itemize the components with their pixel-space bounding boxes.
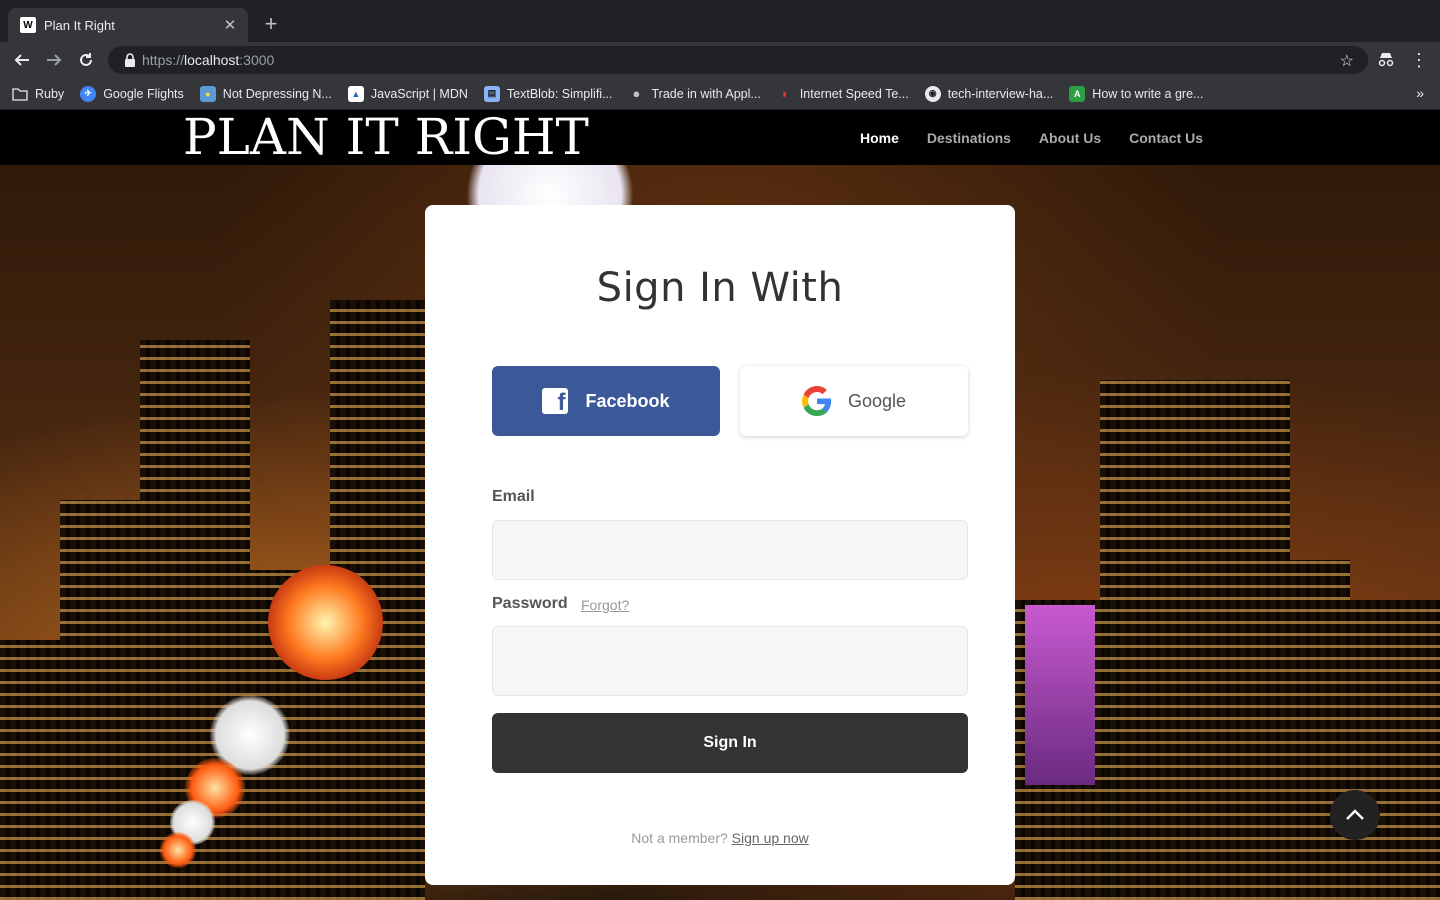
bookmark-item[interactable]: ▲ JavaScript | MDN bbox=[347, 85, 468, 102]
lock-icon[interactable] bbox=[122, 52, 138, 68]
bookmark-label: Internet Speed Te... bbox=[799, 86, 909, 101]
google-icon bbox=[801, 386, 832, 416]
nav-about-us[interactable]: About Us bbox=[1039, 130, 1101, 146]
site-logo[interactable]: PLAN IT RIGHT bbox=[183, 110, 589, 165]
folder-icon bbox=[12, 86, 28, 102]
email-label: Email bbox=[492, 488, 535, 505]
incognito-icon[interactable] bbox=[1376, 50, 1396, 70]
bookmark-item[interactable]: ▤ TextBlob: Simplifi... bbox=[483, 85, 613, 102]
password-field[interactable] bbox=[492, 626, 968, 696]
back-icon[interactable] bbox=[10, 48, 34, 72]
tab-title: Plan It Right bbox=[44, 17, 115, 33]
more-bookmarks-icon[interactable]: » bbox=[1416, 85, 1424, 101]
forgot-password-link[interactable]: Forgot? bbox=[581, 597, 629, 613]
site-header: PLAN IT RIGHT Home Destinations About Us… bbox=[0, 110, 1440, 165]
main-nav: Home Destinations About Us Contact Us bbox=[860, 110, 1231, 165]
apple-icon: ● bbox=[632, 86, 641, 101]
bookmark-label: Trade in with Appl... bbox=[651, 86, 761, 101]
bookmark-item[interactable]: ◉ tech-interview-ha... bbox=[924, 85, 1054, 102]
browser-tab[interactable]: W Plan It Right ✕ bbox=[8, 8, 248, 42]
google-button-label: Google bbox=[847, 390, 907, 411]
bookmark-label: How to write a gre... bbox=[1092, 86, 1204, 101]
browser-tab-strip: W Plan It Right ✕ + bbox=[0, 0, 1440, 42]
browser-toolbar: https://localhost:3000 ☆ ⋮ bbox=[0, 42, 1440, 78]
nav-destinations[interactable]: Destinations bbox=[927, 130, 1011, 146]
chevron-up-icon bbox=[1346, 809, 1364, 820]
new-tab-icon[interactable]: + bbox=[258, 11, 284, 37]
bookmark-label: JavaScript | MDN bbox=[370, 86, 468, 101]
nav-home[interactable]: Home bbox=[860, 130, 899, 146]
url-text: https://localhost:3000 bbox=[142, 52, 275, 68]
book-icon: ▤ bbox=[483, 85, 500, 102]
browser-menu-icon[interactable]: ⋮ bbox=[1410, 49, 1428, 71]
google-signin-button[interactable]: Google bbox=[740, 366, 968, 436]
bookmark-star-icon[interactable]: ☆ bbox=[1340, 51, 1354, 71]
forward-icon[interactable] bbox=[42, 48, 66, 72]
bookmark-item[interactable]: A How to write a gre... bbox=[1069, 85, 1204, 102]
bookmark-item[interactable]: ✈ Google Flights bbox=[80, 85, 184, 102]
signin-card: Sign In With f Facebook Google Email Pas… bbox=[425, 205, 1015, 885]
signin-title: Sign In With bbox=[596, 265, 844, 311]
bookmark-item[interactable]: ◗ Internet Speed Te... bbox=[777, 86, 909, 102]
bookmark-item[interactable]: ● Trade in with Appl... bbox=[628, 86, 761, 102]
address-bar[interactable]: https://localhost:3000 ☆ bbox=[108, 46, 1368, 74]
signup-prompt-text: Not a member? bbox=[631, 830, 728, 846]
close-tab-icon[interactable]: ✕ bbox=[222, 16, 238, 34]
bookmark-label: Ruby bbox=[35, 86, 65, 101]
bookmark-label: TextBlob: Simplifi... bbox=[506, 86, 613, 101]
email-field[interactable] bbox=[492, 520, 968, 580]
site-favicon-icon: W bbox=[20, 17, 36, 33]
mdn-icon: ▲ bbox=[347, 85, 364, 102]
bookmark-label: tech-interview-ha... bbox=[947, 86, 1054, 101]
bookmark-item[interactable]: ● Not Depressing N... bbox=[199, 85, 332, 102]
android-icon: A bbox=[1069, 85, 1086, 102]
plane-icon: ✈ bbox=[80, 85, 97, 102]
bookmark-item[interactable]: Ruby bbox=[12, 86, 64, 102]
sun-icon: ● bbox=[199, 85, 216, 102]
facebook-button-label: Facebook bbox=[585, 390, 670, 411]
nav-contact-us[interactable]: Contact Us bbox=[1129, 130, 1203, 146]
scroll-to-top-button[interactable] bbox=[1330, 790, 1380, 840]
github-icon: ◉ bbox=[924, 85, 941, 102]
signin-button[interactable]: Sign In bbox=[492, 713, 968, 773]
reload-icon[interactable] bbox=[74, 48, 98, 72]
bookmarks-bar: Ruby ✈ Google Flights ● Not Depressing N… bbox=[0, 78, 1440, 110]
signup-link[interactable]: Sign up now bbox=[732, 830, 809, 846]
speedometer-icon: ◗ bbox=[780, 86, 789, 101]
facebook-signin-button[interactable]: f Facebook bbox=[492, 366, 720, 436]
password-label: Password bbox=[492, 595, 568, 612]
facebook-icon: f bbox=[542, 388, 569, 414]
signup-prompt: Not a member? Sign up now bbox=[425, 830, 1015, 846]
page-viewport: PLAN IT RIGHT Home Destinations About Us… bbox=[0, 110, 1440, 900]
bookmark-label: Google Flights bbox=[103, 86, 184, 101]
bookmark-label: Not Depressing N... bbox=[222, 86, 332, 101]
